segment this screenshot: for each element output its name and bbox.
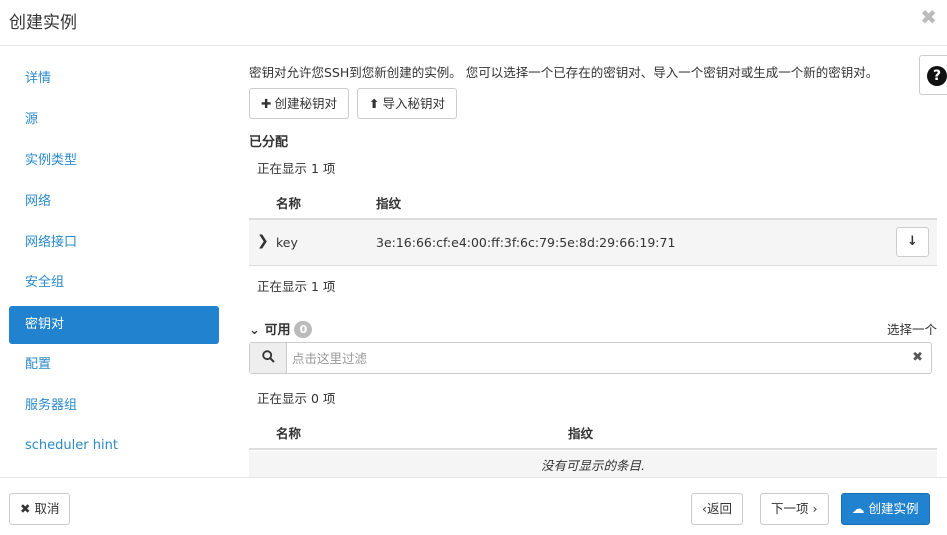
- empty-table-message: 没有可显示的条目.: [249, 451, 937, 477]
- close-icon[interactable]: ✖: [920, 5, 937, 29]
- filter-input[interactable]: [288, 343, 888, 373]
- plus-icon: ✚: [261, 96, 272, 111]
- available-count-badge: 0: [294, 321, 313, 338]
- create-keypair-label: 创建秘钥对: [274, 96, 337, 111]
- sidebar-item-source[interactable]: 源: [9, 101, 219, 139]
- sidebar-item-details[interactable]: 详情: [9, 60, 219, 98]
- upload-icon: ⬆: [369, 96, 380, 111]
- keypair-name: key: [276, 235, 298, 250]
- launch-label: 创建实例: [868, 501, 919, 516]
- sidebar-item-flavor[interactable]: 实例类型: [9, 142, 219, 180]
- next-label: 下一项: [771, 501, 809, 516]
- clear-icon[interactable]: ✖: [912, 350, 923, 365]
- dialog-header: 创建实例 ✖: [0, 0, 947, 46]
- sidebar-item-networks[interactable]: 网络: [9, 183, 219, 221]
- table-row: ❯ key 3e:16:66:cf:e4:00:ff:3f:6c:79:5e:8…: [249, 220, 937, 266]
- dialog-title: 创建实例: [9, 13, 77, 33]
- chevron-down-icon: ⌄: [249, 323, 260, 338]
- filter-box: ✖: [249, 342, 932, 374]
- launch-instance-button[interactable]: ☁ 创建实例: [841, 493, 930, 525]
- sidebar-item-security-groups[interactable]: 安全组: [9, 264, 219, 302]
- allocated-col-name: 名称: [276, 196, 302, 211]
- chevron-right-icon: ›: [812, 501, 818, 516]
- sidebar-item-server-groups[interactable]: 服务器组: [9, 387, 219, 425]
- search-icon: [250, 343, 287, 373]
- sidebar-item-configuration[interactable]: 配置: [9, 346, 219, 384]
- available-col-fingerprint: 指纹: [568, 426, 594, 441]
- back-label: 返回: [707, 501, 733, 516]
- create-keypair-button[interactable]: ✚ 创建秘钥对: [249, 88, 349, 119]
- cancel-label: 取消: [34, 501, 60, 516]
- cancel-button[interactable]: ✖ 取消: [9, 493, 71, 525]
- cloud-upload-icon: ☁: [852, 501, 865, 516]
- allocated-count-top: 正在显示 1 项: [257, 161, 336, 176]
- import-keypair-button[interactable]: ⬆ 导入秘钥对: [357, 88, 457, 119]
- intro-text: 密钥对允许您SSH到您新创建的实例。 您可以选择一个已存在的密钥对、导入一个密钥…: [249, 65, 879, 80]
- sidebar-item-scheduler-hint[interactable]: scheduler hint: [9, 427, 219, 465]
- chevron-right-icon[interactable]: ❯: [257, 233, 269, 249]
- sidebar-item-key-pair[interactable]: 密钥对: [9, 306, 219, 344]
- select-one-label: 选择一个: [886, 322, 937, 337]
- arrow-down-icon: ↓: [907, 234, 918, 249]
- next-button[interactable]: 下一项 ›: [760, 493, 829, 525]
- allocated-count-bottom: 正在显示 1 项: [257, 279, 336, 294]
- divider: [249, 448, 937, 450]
- available-count: 正在显示 0 项: [257, 391, 336, 406]
- allocated-title: 已分配: [249, 135, 289, 150]
- available-col-name: 名称: [276, 426, 302, 441]
- allocated-col-fingerprint: 指纹: [376, 196, 402, 211]
- dialog-footer: ✖ 取消 ‹返回 下一项 › ☁ 创建实例: [0, 477, 947, 535]
- available-title-group[interactable]: ⌄ 可用 0: [249, 319, 313, 338]
- keypair-fingerprint: 3e:16:66:cf:e4:00:ff:3f:6c:79:5e:8d:29:6…: [376, 235, 676, 250]
- import-keypair-label: 导入秘钥对: [382, 96, 445, 111]
- close-icon: ✖: [20, 501, 31, 516]
- deallocate-button[interactable]: ↓: [896, 227, 929, 257]
- back-button[interactable]: ‹返回: [691, 493, 744, 525]
- available-title: 可用: [264, 323, 291, 338]
- sidebar-item-network-ports[interactable]: 网络接口: [9, 224, 219, 262]
- key-pair-panel: 密钥对允许您SSH到您新创建的实例。 您可以选择一个已存在的密钥对、导入一个密钥…: [249, 46, 947, 477]
